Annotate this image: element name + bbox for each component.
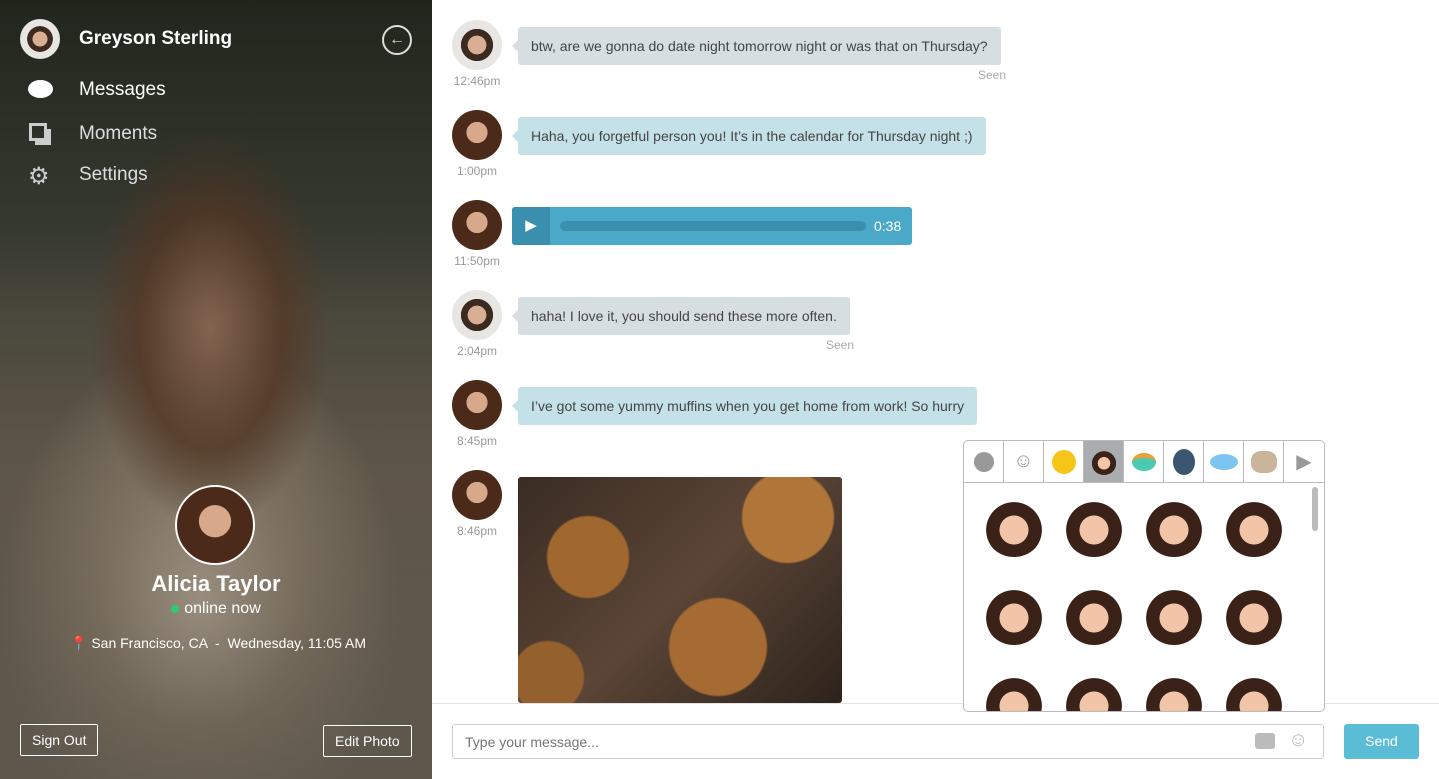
- sign-out-button[interactable]: Sign Out: [20, 724, 99, 756]
- audio-player: ▶ 0:38: [512, 207, 912, 245]
- message-bubble: haha! I love it, you should send these m…: [512, 297, 850, 335]
- nav-settings[interactable]: Settings: [79, 164, 148, 186]
- cloud-sticker-icon[interactable]: [1204, 441, 1244, 482]
- sticker[interactable]: [1144, 497, 1204, 557]
- sticker[interactable]: [984, 497, 1044, 557]
- contact-status: online now: [0, 600, 432, 618]
- sticker[interactable]: [984, 585, 1044, 645]
- nav-messages[interactable]: Messages: [79, 79, 166, 101]
- speech-bubble-icon: [28, 80, 53, 98]
- contact-location-line: 📍 San Francisco, CA - Wednesday, 11:05 A…: [70, 635, 366, 652]
- timestamp: 12:46pm: [453, 74, 501, 88]
- sticker[interactable]: [1064, 497, 1124, 557]
- timestamp: 2:04pm: [456, 344, 498, 358]
- pug-sticker-icon[interactable]: [1244, 441, 1284, 482]
- send-button[interactable]: Send: [1344, 724, 1419, 759]
- recent-clock-icon[interactable]: [964, 441, 1004, 482]
- location-pin-icon: 📍: [70, 635, 88, 651]
- status-text: online now: [184, 600, 261, 617]
- edit-photo-button[interactable]: Edit Photo: [323, 725, 412, 757]
- audio-progress-track[interactable]: [560, 221, 866, 231]
- contact-name: Alicia Taylor: [151, 571, 281, 596]
- sticker[interactable]: [1144, 585, 1204, 645]
- message-input[interactable]: [452, 724, 1324, 759]
- seen-label: Seen: [826, 338, 855, 352]
- timestamp: 1:00pm: [456, 164, 498, 178]
- scrollbar[interactable]: [1312, 487, 1318, 531]
- astronaut-sticker-icon[interactable]: [1164, 441, 1204, 482]
- local-time: Wednesday, 11:05 AM: [227, 635, 367, 651]
- seen-label: Seen: [978, 68, 1007, 82]
- sticker[interactable]: [1064, 585, 1124, 645]
- sticker-picker: ☺ ▶: [963, 440, 1325, 712]
- sticker[interactable]: [1224, 673, 1284, 711]
- sticker[interactable]: [1224, 585, 1284, 645]
- timestamp: 11:50pm: [454, 254, 500, 268]
- grinning-emoji-icon[interactable]: [1044, 441, 1084, 482]
- sticker[interactable]: [1224, 497, 1284, 557]
- user-name: Greyson Sterling: [79, 28, 233, 49]
- avatar: [452, 110, 502, 160]
- sticker[interactable]: [1144, 673, 1204, 711]
- message-bubble: I’ve got some yummy muffins when you get…: [511, 387, 978, 425]
- play-button[interactable]: ▶: [512, 207, 550, 245]
- audio-duration: 0:38: [874, 218, 902, 234]
- camera-icon[interactable]: [1255, 733, 1275, 749]
- gear-icon: ⚙: [28, 163, 50, 190]
- robot-sticker-icon[interactable]: [1124, 441, 1164, 482]
- avatar: [452, 470, 502, 520]
- sticker-tabs: ☺ ▶: [964, 441, 1324, 483]
- avatar: [452, 290, 502, 340]
- timestamp: 8:45pm: [456, 434, 498, 448]
- emoji-icon[interactable]: ☺: [1288, 729, 1308, 752]
- sticker[interactable]: [984, 673, 1044, 711]
- sticker-grid: [964, 483, 1324, 711]
- nav-moments[interactable]: Moments: [79, 123, 157, 145]
- timestamp: 8:46pm: [456, 524, 498, 538]
- copy-icon: [29, 123, 47, 141]
- muffins-photo[interactable]: [518, 477, 842, 703]
- location: San Francisco, CA: [91, 635, 208, 651]
- sticker[interactable]: [1064, 673, 1124, 711]
- girl-sticker-icon[interactable]: [1084, 441, 1124, 482]
- background-photo: [0, 0, 432, 779]
- next-arrow-icon[interactable]: ▶: [1284, 441, 1324, 482]
- message-bubble: Haha, you forgetful person you! It’s in …: [512, 117, 986, 155]
- sidebar: Greyson Sterling ← Messages Moments ⚙ Se…: [0, 0, 432, 779]
- contact-avatar: [175, 485, 255, 565]
- online-dot: [171, 605, 180, 613]
- user-avatar[interactable]: [20, 19, 60, 59]
- separator: -: [215, 635, 220, 651]
- message-bubble: btw, are we gonna do date night tomorrow…: [512, 27, 1001, 65]
- back-arrow-icon[interactable]: ←: [382, 25, 412, 55]
- avatar: [452, 380, 502, 430]
- avatar: [452, 20, 502, 70]
- avatar: [452, 200, 502, 250]
- smiley-outline-icon[interactable]: ☺: [1004, 441, 1044, 482]
